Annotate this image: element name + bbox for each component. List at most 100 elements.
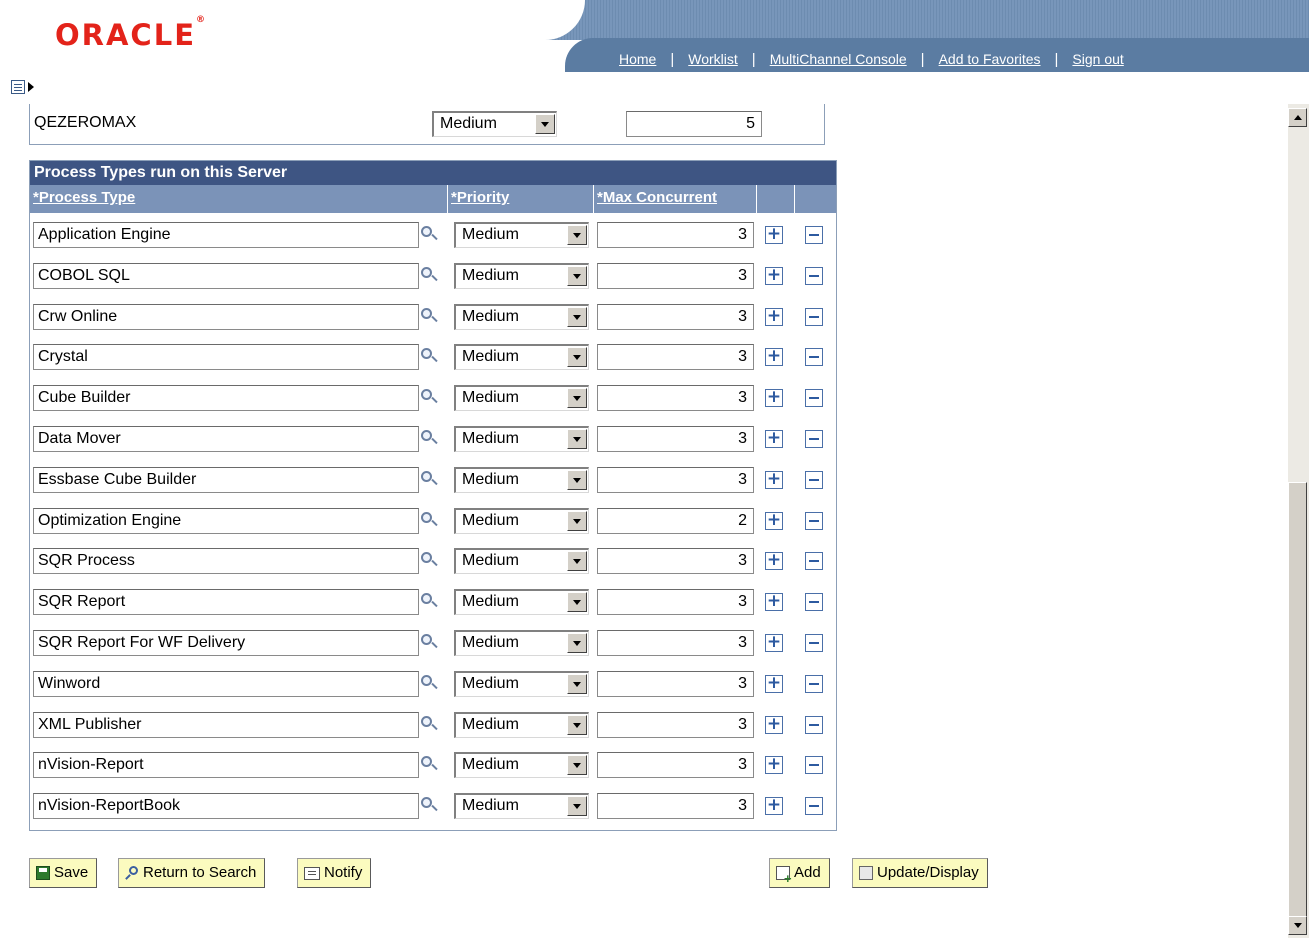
nav-home-link[interactable]: Home (605, 51, 670, 67)
process-type-input[interactable]: Winword (33, 670, 419, 697)
lookup-icon[interactable] (419, 307, 439, 327)
chevron-down-icon[interactable] (567, 306, 587, 327)
scrollbar-thumb[interactable] (1288, 482, 1307, 918)
delete-row-icon[interactable] (805, 756, 823, 775)
lookup-icon[interactable] (419, 347, 439, 367)
chevron-down-icon[interactable] (567, 551, 587, 572)
delete-row-icon[interactable] (805, 226, 823, 244)
add-button[interactable]: Add (769, 858, 830, 893)
lookup-icon[interactable] (419, 592, 439, 612)
add-row-icon[interactable]: + (765, 756, 783, 775)
save-button[interactable]: Save (29, 858, 98, 888)
delete-row-icon[interactable] (805, 266, 823, 285)
lookup-icon[interactable] (419, 266, 439, 286)
server-priority-select[interactable]: Medium (432, 111, 557, 137)
max-concurrent-input[interactable]: 3 (597, 548, 754, 575)
add-row-icon[interactable]: + (765, 797, 783, 816)
delete-row-icon[interactable] (805, 797, 823, 816)
priority-select[interactable]: Medium (454, 752, 589, 779)
add-row-icon[interactable]: + (765, 470, 783, 489)
server-max-input[interactable]: 5 (626, 111, 762, 137)
max-concurrent-input[interactable]: 3 (597, 303, 754, 330)
lookup-icon[interactable] (419, 511, 439, 531)
add-row-icon[interactable]: + (765, 348, 783, 367)
priority-select[interactable]: Medium (454, 426, 589, 452)
delete-row-icon[interactable] (805, 430, 823, 448)
delete-row-icon[interactable] (805, 593, 823, 612)
lookup-icon[interactable] (419, 470, 439, 490)
header-process-type[interactable]: *Process Type (30, 185, 448, 213)
lookup-icon[interactable] (419, 755, 439, 775)
process-type-input[interactable]: COBOL SQL (33, 262, 419, 289)
process-type-input[interactable]: XML Publisher (33, 711, 419, 738)
priority-select[interactable]: Medium (454, 670, 589, 697)
process-type-input[interactable]: SQR Report For WF Delivery (33, 630, 419, 656)
lookup-icon[interactable] (419, 796, 439, 816)
lookup-icon[interactable] (419, 429, 439, 449)
scroll-down-button[interactable] (1288, 916, 1307, 935)
max-concurrent-input[interactable]: 3 (597, 752, 754, 779)
delete-row-icon[interactable] (805, 470, 823, 489)
sort-process-type-link[interactable]: *Process Type (33, 189, 135, 206)
max-concurrent-input[interactable]: 3 (597, 630, 754, 656)
priority-select[interactable]: Medium (454, 793, 589, 820)
chevron-down-icon[interactable] (567, 347, 587, 368)
header-priority[interactable]: *Priority (448, 185, 594, 213)
nav-worklist-link[interactable]: Worklist (674, 51, 752, 67)
priority-select[interactable]: Medium (454, 711, 589, 738)
chevron-down-icon[interactable] (567, 429, 587, 449)
scroll-up-button[interactable] (1288, 108, 1307, 127)
add-row-icon[interactable]: + (765, 593, 783, 612)
add-row-icon[interactable]: + (765, 430, 783, 448)
delete-row-icon[interactable] (805, 674, 823, 693)
add-row-icon[interactable]: + (765, 266, 783, 285)
chevron-down-icon[interactable] (567, 388, 587, 409)
priority-select[interactable]: Medium (454, 630, 589, 656)
lookup-icon[interactable] (419, 633, 439, 653)
lookup-icon[interactable] (419, 388, 439, 408)
add-row-icon[interactable]: + (765, 715, 783, 734)
process-type-input[interactable]: Application Engine (33, 222, 419, 248)
delete-row-icon[interactable] (805, 389, 823, 408)
max-concurrent-input[interactable]: 3 (597, 262, 754, 289)
lookup-icon[interactable] (419, 674, 439, 694)
nav-add-to-favorites-link[interactable]: Add to Favorites (925, 51, 1055, 67)
vertical-scrollbar[interactable] (1288, 104, 1309, 938)
priority-select[interactable]: Medium (454, 466, 589, 493)
priority-select[interactable]: Medium (454, 548, 589, 575)
process-type-input[interactable]: SQR Process (33, 548, 419, 575)
process-type-input[interactable]: Data Mover (33, 426, 419, 452)
chevron-down-icon[interactable] (567, 673, 587, 694)
chevron-down-icon[interactable] (567, 265, 587, 286)
max-concurrent-input[interactable]: 3 (597, 670, 754, 697)
sort-priority-link[interactable]: *Priority (451, 189, 509, 206)
process-type-input[interactable]: Cube Builder (33, 385, 419, 412)
priority-select[interactable]: Medium (454, 589, 589, 616)
priority-select[interactable]: Medium (454, 385, 589, 412)
sort-max-concurrent-link[interactable]: *Max Concurrent (597, 189, 717, 206)
add-row-icon[interactable]: + (765, 634, 783, 652)
max-concurrent-input[interactable]: 3 (597, 589, 754, 616)
nav-multichannel-console-link[interactable]: MultiChannel Console (756, 51, 921, 67)
chevron-down-icon[interactable] (567, 225, 587, 245)
process-type-input[interactable]: nVision-ReportBook (33, 793, 419, 820)
lookup-icon[interactable] (419, 715, 439, 735)
add-row-icon[interactable]: + (765, 389, 783, 408)
lookup-icon[interactable] (419, 225, 439, 245)
priority-select[interactable]: Medium (454, 303, 589, 330)
max-concurrent-input[interactable]: 3 (597, 385, 754, 412)
lookup-icon[interactable] (419, 551, 439, 571)
chevron-down-icon[interactable] (567, 633, 587, 653)
chevron-down-icon[interactable] (567, 755, 587, 776)
process-type-input[interactable]: Essbase Cube Builder (33, 466, 419, 493)
process-type-input[interactable]: SQR Report (33, 589, 419, 616)
priority-select[interactable]: Medium (454, 507, 589, 534)
max-concurrent-input[interactable]: 2 (597, 507, 754, 534)
delete-row-icon[interactable] (805, 552, 823, 571)
max-concurrent-input[interactable]: 3 (597, 344, 754, 371)
notify-button[interactable]: Notify (297, 858, 372, 888)
chevron-down-icon[interactable] (567, 714, 587, 735)
max-concurrent-input[interactable]: 3 (597, 466, 754, 493)
add-row-icon[interactable]: + (765, 307, 783, 326)
add-row-icon[interactable]: + (765, 226, 783, 244)
